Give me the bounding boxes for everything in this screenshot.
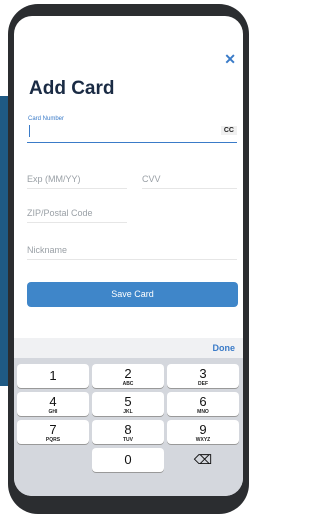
key-letters: ABC bbox=[122, 381, 134, 387]
key-6[interactable]: 6 MNO bbox=[167, 392, 239, 416]
key-digit: 5 bbox=[124, 394, 132, 409]
save-card-button[interactable]: Save Card bbox=[27, 282, 238, 307]
key-digit: 8 bbox=[124, 422, 132, 437]
key-2[interactable]: 2 ABC bbox=[92, 364, 164, 388]
key-digit: 6 bbox=[199, 394, 207, 409]
page-title: Add Card bbox=[29, 78, 115, 99]
nickname-placeholder: Nickname bbox=[27, 245, 68, 255]
key-0[interactable]: 0 bbox=[92, 448, 164, 472]
phone-screen: ✕ Add Card Card Number CC Exp (MM/YY) CV… bbox=[14, 16, 243, 496]
key-8[interactable]: 8 TUV bbox=[92, 420, 164, 444]
expiry-placeholder: Exp (MM/YY) bbox=[27, 174, 81, 184]
key-1[interactable]: 1 bbox=[17, 364, 89, 388]
key-4[interactable]: 4 GHI bbox=[17, 392, 89, 416]
key-digit: 1 bbox=[49, 368, 57, 383]
key-5[interactable]: 5 JKL bbox=[92, 392, 164, 416]
key-letters: JKL bbox=[123, 409, 133, 415]
key-letters: TUV bbox=[123, 437, 133, 443]
backspace-key[interactable]: ⌫ bbox=[167, 448, 239, 472]
keypad-toolbar: Done bbox=[14, 338, 243, 358]
key-letters: GHI bbox=[48, 409, 58, 415]
key-digit: 7 bbox=[49, 422, 57, 437]
card-number-field[interactable]: CC bbox=[27, 122, 237, 143]
key-letters: MNO bbox=[197, 409, 209, 415]
nickname-field[interactable]: Nickname bbox=[27, 245, 237, 260]
key-digit: 4 bbox=[49, 394, 57, 409]
key-digit: 3 bbox=[199, 366, 207, 381]
phone-frame: ✕ Add Card Card Number CC Exp (MM/YY) CV… bbox=[8, 4, 249, 514]
numeric-keypad: Done 1 2 ABC 3 DEF 4 GHI 5 JKL 6 MNO 7 P… bbox=[14, 338, 243, 496]
key-9[interactable]: 9 WXYZ bbox=[167, 420, 239, 444]
key-digit: 9 bbox=[199, 422, 207, 437]
card-type-badge: CC bbox=[220, 126, 237, 135]
key-3[interactable]: 3 DEF bbox=[167, 364, 239, 388]
key-digit: 0 bbox=[124, 452, 132, 467]
key-7[interactable]: 7 PQRS bbox=[17, 420, 89, 444]
key-digit: 2 bbox=[124, 366, 132, 381]
cvv-field[interactable]: CVV bbox=[142, 174, 237, 189]
key-letters: DEF bbox=[198, 381, 208, 387]
close-icon[interactable]: ✕ bbox=[224, 52, 236, 66]
zip-placeholder: ZIP/Postal Code bbox=[27, 208, 93, 218]
cvv-placeholder: CVV bbox=[142, 174, 161, 184]
backspace-icon: ⌫ bbox=[193, 452, 213, 467]
text-cursor bbox=[29, 125, 30, 137]
expiry-field[interactable]: Exp (MM/YY) bbox=[27, 174, 127, 189]
done-button[interactable]: Done bbox=[213, 343, 236, 353]
zip-field[interactable]: ZIP/Postal Code bbox=[27, 208, 127, 223]
key-letters: PQRS bbox=[45, 437, 61, 443]
key-letters: WXYZ bbox=[195, 437, 211, 443]
